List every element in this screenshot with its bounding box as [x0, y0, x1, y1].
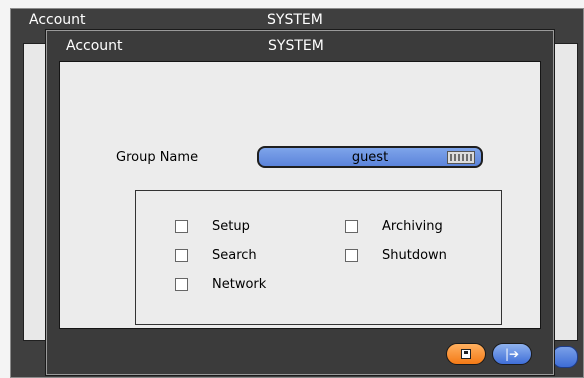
- permission-setup[interactable]: Setup: [175, 219, 250, 234]
- shutdown-label: Shutdown: [382, 248, 447, 263]
- setup-checkbox[interactable]: [175, 220, 188, 233]
- permission-network[interactable]: Network: [175, 277, 266, 292]
- group-name-label: Group Name: [116, 150, 199, 165]
- exit-button[interactable]: |➔: [492, 343, 532, 365]
- search-checkbox[interactable]: [175, 249, 188, 262]
- permission-shutdown[interactable]: Shutdown: [345, 248, 447, 263]
- network-checkbox[interactable]: [175, 278, 188, 291]
- background-window-subtitle: SYSTEM: [267, 12, 323, 28]
- permission-archiving[interactable]: Archiving: [345, 219, 443, 234]
- dialog-subtitle: SYSTEM: [268, 38, 324, 54]
- shutdown-checkbox[interactable]: [345, 249, 358, 262]
- permission-search[interactable]: Search: [175, 248, 257, 263]
- group-name-field[interactable]: guest: [257, 146, 483, 168]
- exit-arrow-icon: |➔: [504, 347, 520, 361]
- archiving-checkbox[interactable]: [345, 220, 358, 233]
- search-label: Search: [212, 248, 257, 263]
- save-icon: [461, 349, 471, 359]
- save-button[interactable]: [446, 343, 486, 365]
- archiving-label: Archiving: [382, 219, 443, 234]
- permissions-group: Setup Archiving Search Shutdown Network: [135, 190, 502, 325]
- dialog-panel: Group Name guest Setup Archiving Search …: [59, 61, 541, 329]
- account-dialog: Account SYSTEM Group Name guest Setup Ar…: [46, 30, 554, 375]
- setup-label: Setup: [212, 219, 250, 234]
- background-exit-button[interactable]: [552, 346, 578, 368]
- background-window-title: Account: [29, 12, 86, 28]
- keyboard-icon[interactable]: [447, 151, 475, 164]
- dialog-title: Account: [66, 38, 123, 54]
- network-label: Network: [212, 277, 267, 292]
